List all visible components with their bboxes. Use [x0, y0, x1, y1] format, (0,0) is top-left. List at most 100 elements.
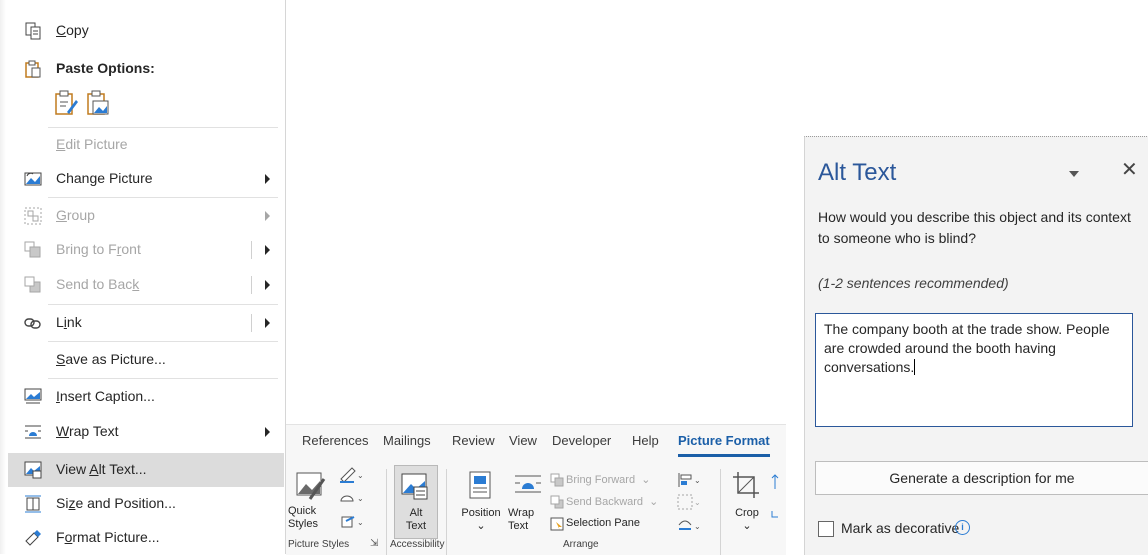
submenu-arrow-icon[interactable]: [265, 280, 270, 290]
alt-text-ribbon-icon: [401, 473, 428, 500]
menu-item-wrap-text[interactable]: Wrap Text: [8, 416, 278, 448]
selection-pane-button[interactable]: Selection Pane: [566, 517, 640, 529]
info-icon[interactable]: i: [955, 520, 970, 535]
bring-forward-button: Bring Forward ⌄: [566, 474, 651, 486]
dialog-launcher-icon[interactable]: ⇲: [370, 538, 378, 549]
paste-icon: [25, 60, 41, 78]
submenu-arrow-icon: [265, 174, 270, 184]
picture-style-options-icon[interactable]: ⌄ ⌄ ⌄: [338, 465, 362, 537]
menu-item-group-label: Group: [56, 207, 95, 223]
alt-text-label: Alt Text: [405, 507, 427, 532]
menu-item-group: Group: [8, 200, 278, 232]
split-divider: [251, 314, 252, 332]
tab-help[interactable]: Help: [632, 433, 659, 448]
menu-item-link-label: Link: [56, 314, 82, 330]
context-menu: Copy Paste Options: Edit Picture Change …: [0, 0, 286, 554]
format-picture-icon: [25, 530, 41, 546]
change-picture-icon: [24, 172, 42, 186]
menu-item-bring-to-front-label: Bring to Front: [56, 241, 141, 257]
menu-separator: [48, 304, 278, 305]
paste-keep-text-icon[interactable]: [54, 90, 78, 116]
insert-caption-icon: [24, 388, 42, 404]
menu-separator: [48, 127, 278, 128]
menu-item-view-alt-text-label: View Alt Text...: [56, 461, 147, 477]
menu-item-save-as-picture-label: Save as Picture...: [56, 351, 166, 367]
menu-item-copy[interactable]: Copy: [8, 15, 278, 47]
pane-options-dropdown-icon[interactable]: [1069, 171, 1079, 177]
position-icon[interactable]: [469, 471, 491, 499]
ribbon: References Mailings Review View Develope…: [286, 424, 786, 555]
submenu-arrow-icon[interactable]: [265, 245, 270, 255]
menu-item-change-picture[interactable]: Change Picture: [8, 163, 278, 195]
alt-text-icon: [24, 461, 42, 479]
svg-text:⌄: ⌄: [694, 476, 701, 485]
position-label[interactable]: Position ⌄: [456, 507, 506, 533]
ribbon-separator: [720, 469, 721, 555]
mark-decorative-checkbox[interactable]: [818, 521, 834, 537]
menu-item-send-to-back: Send to Back: [8, 269, 278, 301]
group-arrange-label: Arrange: [563, 539, 599, 550]
pane-hint: (1-2 sentences recommended): [818, 275, 1009, 291]
menu-item-edit-picture-label: Edit Picture: [56, 136, 128, 152]
menu-item-format-picture-label: Format Picture...: [56, 529, 160, 545]
tab-mailings[interactable]: Mailings: [383, 433, 431, 448]
menu-item-view-alt-text[interactable]: View Alt Text...: [8, 453, 284, 487]
menu-item-insert-caption-label: Insert Caption...: [56, 388, 155, 404]
tab-references[interactable]: References: [302, 433, 368, 448]
selection-pane-icon: [550, 517, 564, 531]
bring-forward-icon: [550, 473, 564, 487]
quick-styles-icon[interactable]: [296, 469, 326, 501]
menu-item-edit-picture: Edit Picture: [8, 129, 278, 161]
tab-view[interactable]: View: [509, 433, 537, 448]
alt-text-input[interactable]: The company booth at the trade show. Peo…: [815, 313, 1133, 427]
crop-label[interactable]: Crop ⌄: [730, 507, 764, 533]
wrap-text-icon: [25, 425, 41, 439]
group-icon: [24, 207, 42, 225]
close-icon[interactable]: ✕: [1121, 157, 1138, 182]
tab-review[interactable]: Review: [452, 433, 495, 448]
quick-styles-label[interactable]: Quick Styles: [288, 505, 328, 531]
menu-item-bring-to-front: Bring to Front: [8, 234, 278, 266]
svg-text:⌄: ⌄: [357, 518, 362, 527]
ribbon-separator: [386, 469, 387, 555]
align-group-rotate-icons[interactable]: ⌄ ⌄ ⌄: [676, 471, 702, 537]
menu-item-send-to-back-label: Send to Back: [56, 276, 140, 292]
menu-separator: [48, 341, 278, 342]
bring-to-front-icon: [24, 241, 41, 258]
menu-item-size-and-position[interactable]: Size and Position...: [8, 488, 278, 520]
svg-text:⌄: ⌄: [694, 522, 701, 531]
svg-text:⌄: ⌄: [357, 494, 362, 503]
crop-icon[interactable]: [732, 471, 760, 499]
paste-picture-icon[interactable]: [86, 90, 110, 116]
text-caret: [914, 359, 916, 375]
paste-options-buttons: [48, 88, 128, 120]
menu-item-paste-options: Paste Options:: [8, 53, 278, 85]
generate-description-button[interactable]: Generate a description for me: [815, 461, 1148, 495]
group-accessibility-label: Accessibility: [390, 539, 445, 550]
ribbon-separator: [446, 469, 447, 555]
alt-text-pane: Alt Text ✕ How would you describe this o…: [804, 136, 1148, 555]
mark-decorative-label[interactable]: Mark as decorative: [841, 520, 959, 536]
menu-item-save-as-picture[interactable]: Save as Picture...: [8, 344, 278, 376]
tab-picture-format[interactable]: Picture Format: [678, 433, 770, 457]
menu-item-paste-options-label: Paste Options:: [56, 60, 155, 76]
pane-description: How would you describe this object and i…: [818, 209, 1131, 246]
send-backward-button: Send Backward ⌄: [566, 496, 659, 508]
menu-item-size-and-position-label: Size and Position...: [56, 495, 176, 511]
alt-text-value: The company booth at the trade show. Peo…: [824, 321, 1110, 375]
wrap-text-ribbon-icon[interactable]: [514, 473, 542, 495]
size-icons[interactable]: [770, 473, 780, 523]
split-divider: [251, 241, 252, 259]
menu-separator: [48, 378, 278, 379]
menu-item-change-picture-label: Change Picture: [56, 170, 153, 186]
menu-item-insert-caption[interactable]: Insert Caption...: [8, 381, 278, 413]
menu-item-link[interactable]: Link: [8, 307, 278, 339]
wrap-text-label[interactable]: Wrap Text: [508, 507, 548, 533]
svg-text:⌄: ⌄: [694, 498, 701, 507]
tab-developer[interactable]: Developer: [552, 433, 611, 448]
pane-title: Alt Text: [818, 159, 897, 186]
submenu-arrow-icon: [265, 427, 270, 437]
size-position-icon: [25, 495, 41, 513]
menu-item-format-picture[interactable]: Format Picture...: [8, 522, 278, 554]
submenu-arrow-icon[interactable]: [265, 318, 270, 328]
